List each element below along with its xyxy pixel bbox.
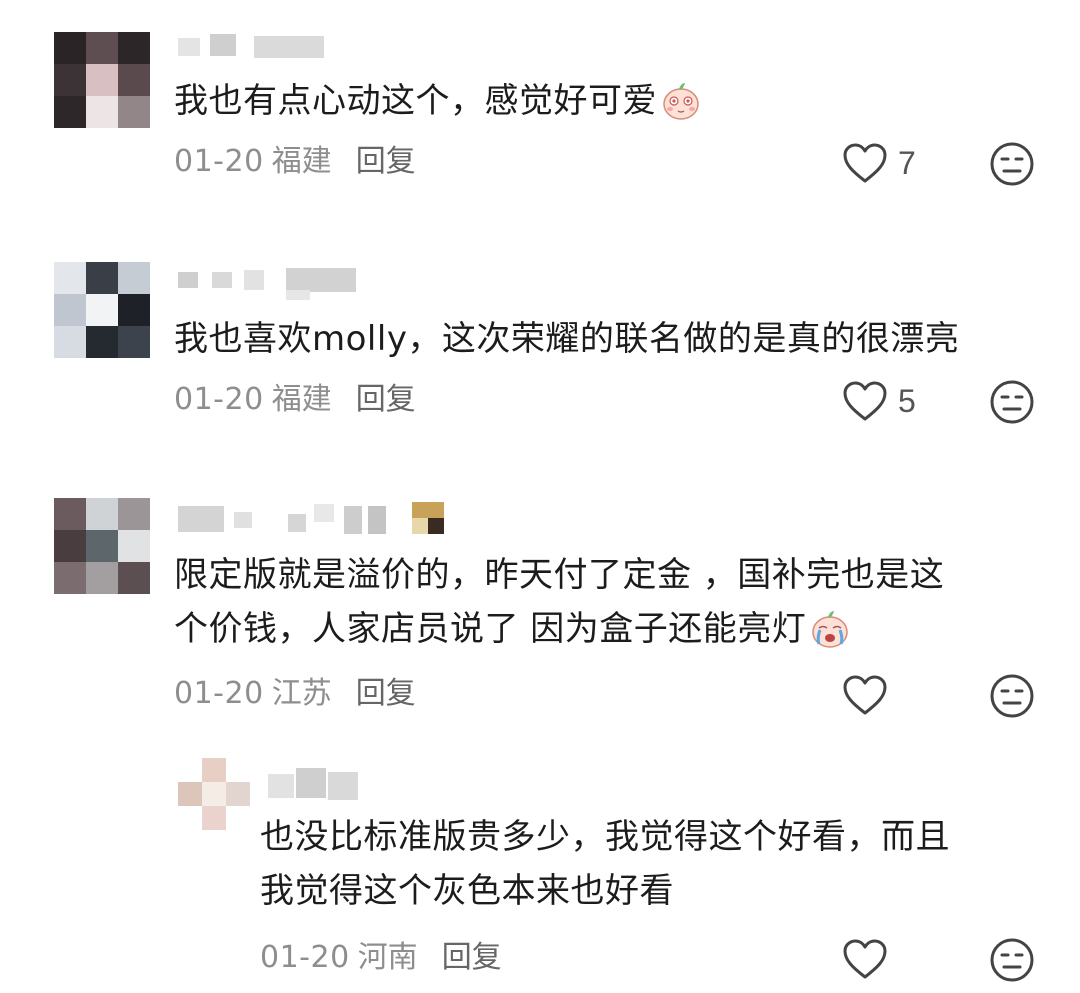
reply-button[interactable]: 回复 bbox=[356, 144, 416, 179]
username-blurred[interactable] bbox=[178, 262, 368, 302]
reply-button[interactable]: 回复 bbox=[442, 940, 502, 975]
crying-peach-emoji bbox=[812, 610, 849, 648]
meh-face-icon[interactable] bbox=[988, 672, 1036, 720]
comment-date: 01-20 bbox=[174, 144, 264, 179]
comment-location: 福建 bbox=[271, 144, 332, 179]
comment-date: 01-20 bbox=[174, 676, 264, 711]
username-blurred[interactable] bbox=[268, 764, 368, 804]
avatar[interactable] bbox=[54, 32, 150, 128]
avatar[interactable] bbox=[54, 498, 150, 594]
avatar[interactable] bbox=[54, 262, 150, 358]
comment-meta: 01-20 江苏 回复 bbox=[174, 674, 416, 714]
reply-button[interactable]: 回复 bbox=[356, 382, 416, 417]
comment-text: 限定版就是溢价的，昨天付了定金 ，国补完也是这 个价钱，人家店员说了 因为盒子还… bbox=[174, 555, 945, 649]
like-button[interactable] bbox=[842, 670, 888, 720]
comment-text: 也没比标准版贵多少，我觉得这个好看，而且 我觉得这个灰色本来也好看 bbox=[260, 817, 950, 911]
comment-location: 福建 bbox=[271, 382, 332, 417]
comment-text: 我也喜欢molly，这次荣耀的联名做的是真的很漂亮 bbox=[174, 319, 960, 359]
heart-outline-icon bbox=[843, 143, 887, 183]
username-blurred[interactable] bbox=[178, 500, 458, 540]
heart-outline-icon bbox=[843, 675, 887, 715]
avatar[interactable] bbox=[178, 758, 250, 830]
username-blurred[interactable] bbox=[178, 30, 328, 70]
heart-outline-icon bbox=[843, 939, 887, 979]
reply-button[interactable]: 回复 bbox=[356, 676, 416, 711]
like-button[interactable] bbox=[842, 934, 888, 984]
shy-peach-emoji bbox=[663, 82, 699, 120]
comment-date: 01-20 bbox=[174, 382, 264, 417]
like-button[interactable]: 5 bbox=[842, 376, 916, 426]
like-button[interactable]: 7 bbox=[842, 138, 916, 188]
comment-meta: 01-20 福建 回复 bbox=[174, 142, 416, 182]
like-count: 7 bbox=[898, 144, 916, 181]
comment-text: 我也有点心动这个，感觉好可爱 bbox=[174, 74, 703, 128]
comment-list: 我也有点心动这个，感觉好可爱 01-20 福建 回复 7 我也喜欢molly，这… bbox=[0, 0, 1080, 993]
meh-face-icon[interactable] bbox=[988, 140, 1036, 188]
comment-meta: 01-20 河南 回复 bbox=[260, 938, 502, 978]
meh-face-icon[interactable] bbox=[988, 378, 1036, 426]
comment-date: 01-20 bbox=[260, 940, 350, 975]
like-count: 5 bbox=[898, 382, 916, 419]
comment-location: 江苏 bbox=[271, 676, 332, 711]
comment-location: 河南 bbox=[357, 940, 418, 975]
heart-outline-icon bbox=[843, 381, 887, 421]
comment-meta: 01-20 福建 回复 bbox=[174, 380, 416, 420]
meh-face-icon[interactable] bbox=[988, 936, 1036, 984]
